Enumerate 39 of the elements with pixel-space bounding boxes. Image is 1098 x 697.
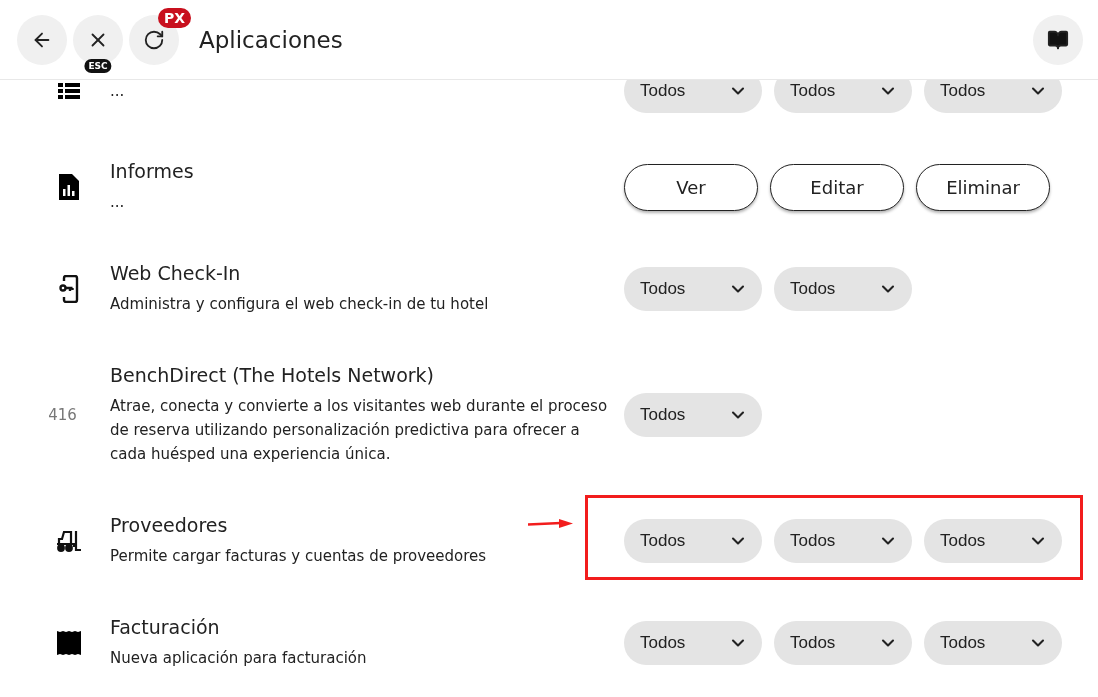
permission-select[interactable]: Todos — [624, 621, 762, 665]
permission-select[interactable]: Todos — [624, 393, 762, 437]
list-icon — [57, 83, 80, 99]
permission-select[interactable]: Todos — [774, 267, 912, 311]
app-description: ... — [110, 192, 125, 213]
permission-select[interactable]: Todos — [774, 80, 912, 113]
app-title: Proveedores — [110, 514, 228, 536]
reload-icon — [143, 28, 165, 51]
book-icon — [1047, 28, 1069, 51]
app-description: Nueva aplicación para facturación — [110, 648, 367, 669]
app-description: ... — [110, 81, 125, 102]
back-button[interactable] — [17, 14, 67, 65]
app-description: Administra y configura el web check-in de tu hotel — [110, 294, 489, 315]
action-button[interactable]: Ver — [624, 163, 758, 211]
annotation-arrow — [527, 519, 573, 529]
permission-select[interactable]: Todos — [624, 267, 762, 311]
app-title: Facturación — [110, 616, 220, 638]
action-button[interactable]: Editar — [770, 163, 904, 211]
permission-select[interactable]: Todos — [924, 519, 1062, 563]
permission-select[interactable]: Todos — [624, 519, 762, 563]
forklift-icon — [55, 530, 82, 552]
action-button[interactable]: Eliminar — [916, 163, 1050, 211]
receipt-icon — [56, 630, 81, 656]
app-title: Web Check-In — [110, 262, 241, 284]
page-title: Aplicaciones — [199, 26, 344, 53]
permission-select[interactable]: Todos — [774, 519, 912, 563]
permission-select[interactable]: Todos — [924, 621, 1062, 665]
manual-button[interactable] — [1033, 14, 1083, 65]
notification-badge: PX — [157, 7, 191, 28]
app-description: Atrae, conecta y convierte a los visitantes web durante el proceso de reserva utilizando personalización predictiva para ofrecer a cada huésped una experiencia única. — [110, 396, 609, 465]
app-title: BenchDirect (The Hotels Network) — [110, 364, 434, 386]
phone-key-icon — [58, 275, 79, 303]
app-number: 416 — [48, 406, 77, 424]
permission-select[interactable]: Todos — [624, 80, 762, 113]
app-description: Permite cargar facturas y cuentas de proveedores — [110, 546, 487, 567]
permission-select[interactable]: Todos — [924, 80, 1062, 113]
app-title: Informes — [110, 160, 194, 182]
permission-select[interactable]: Todos — [774, 621, 912, 665]
report-icon — [58, 174, 79, 200]
